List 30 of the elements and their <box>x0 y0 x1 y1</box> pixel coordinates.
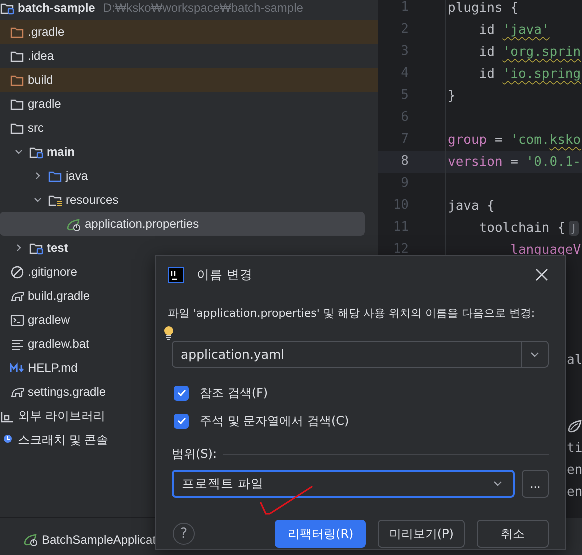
code-text: } <box>448 88 456 104</box>
code-text: id <box>478 22 496 38</box>
code-identifier: languageV <box>510 242 582 258</box>
code-text: en <box>567 484 582 500</box>
code-text: toolchain { <box>478 220 566 236</box>
string-literal: 'com. <box>510 132 550 148</box>
string-literal: 'org.sprin <box>502 44 582 60</box>
code-text: id <box>478 66 496 82</box>
line-number: 8 <box>401 154 409 169</box>
project-path: D:₩ksko₩workspace₩batch-sample <box>103 1 304 15</box>
code-text: = <box>494 132 504 148</box>
inlay-hint: J <box>569 220 579 236</box>
code-text: al <box>567 352 582 368</box>
dialog-title: 이름 변경 <box>197 266 254 284</box>
code-text: id <box>478 44 496 60</box>
code-identifier: group <box>448 132 488 148</box>
code-text: en <box>567 462 582 478</box>
code-text: ti <box>567 440 582 456</box>
string-literal: ksko <box>550 132 582 148</box>
code-text: java { <box>448 198 495 214</box>
code-text: plugins { <box>448 0 518 16</box>
checkbox-label: 참조 검색(F) <box>200 384 268 402</box>
scope-label: 범위(S): <box>172 446 218 462</box>
prompt-text: 파일 'application.properties' 및 해당 사용 위치의 이름을 다음으로 변경: <box>168 306 536 322</box>
string-literal: 'java' <box>502 22 550 38</box>
string-literal: '0.0.1- <box>526 154 582 170</box>
code-identifier: version <box>448 154 503 170</box>
checkbox-label: 주석 및 문자열에서 검색(C) <box>200 412 350 430</box>
string-literal: 'io.spring <box>502 66 582 82</box>
code-text: = <box>510 154 520 170</box>
